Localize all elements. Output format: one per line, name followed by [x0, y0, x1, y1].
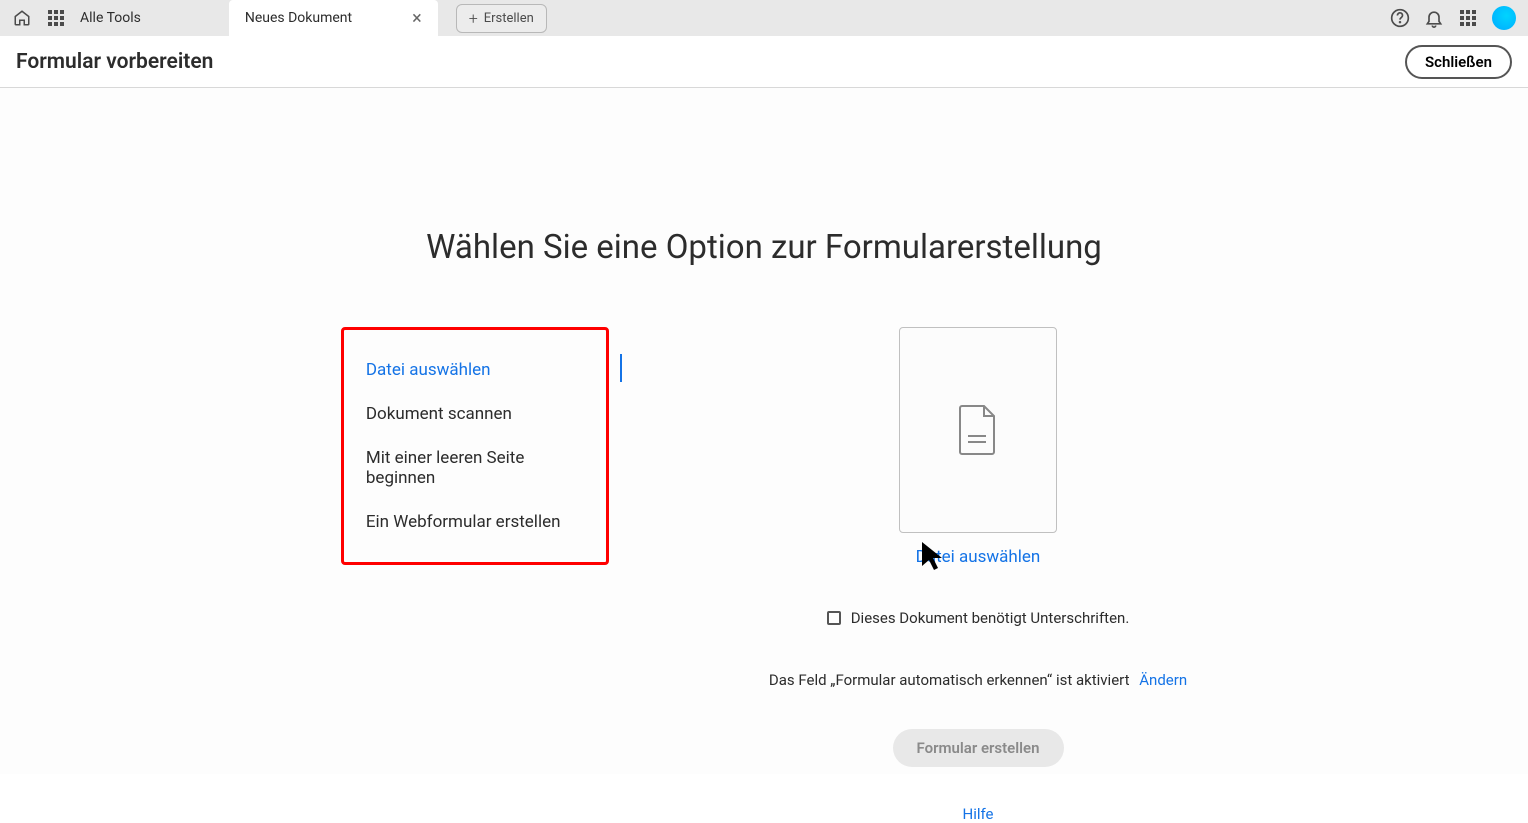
document-icon: [956, 404, 1000, 456]
auto-detect-change-link[interactable]: Ändern: [1139, 671, 1187, 689]
option-scan-document[interactable]: Dokument scannen: [344, 392, 606, 436]
preview-area: Datei auswählen Dieses Dokument benötigt…: [769, 327, 1187, 823]
create-label: Erstellen: [484, 11, 534, 26]
close-tab-icon[interactable]: ×: [412, 8, 422, 29]
active-indicator: [620, 354, 622, 382]
home-icon[interactable]: [12, 8, 32, 28]
option-blank-page[interactable]: Mit einer leeren Seite beginnen: [344, 436, 606, 500]
create-form-button: Formular erstellen: [893, 729, 1064, 767]
all-tools-link[interactable]: Alle Tools: [80, 10, 141, 26]
option-select-file[interactable]: Datei auswählen: [344, 348, 606, 392]
top-bar-right: [1390, 6, 1516, 30]
help-icon[interactable]: [1390, 8, 1410, 28]
create-button[interactable]: + Erstellen: [456, 4, 547, 33]
auto-detect-row: Das Feld „Formular automatisch erkennen“…: [769, 671, 1187, 689]
plus-icon: +: [469, 9, 478, 28]
select-file-link[interactable]: Datei auswählen: [916, 547, 1041, 567]
top-bar-left: Alle Tools: [12, 8, 141, 28]
bell-icon[interactable]: [1424, 8, 1444, 28]
signature-checkbox-label: Dieses Dokument benötigt Unterschriften.: [851, 609, 1130, 627]
tab-title: Neues Dokument: [245, 10, 352, 26]
close-button[interactable]: Schließen: [1405, 45, 1512, 79]
signature-checkbox-row: Dieses Dokument benötigt Unterschriften.: [827, 609, 1130, 627]
header-row: Formular vorbereiten Schließen: [0, 36, 1528, 88]
page-title: Formular vorbereiten: [16, 50, 213, 74]
auto-detect-text: Das Feld „Formular automatisch erkennen“…: [769, 671, 1130, 689]
file-preview-box[interactable]: [899, 327, 1057, 533]
apps-grid-icon[interactable]: [1458, 8, 1478, 28]
main-heading: Wählen Sie eine Option zur Formularerste…: [426, 228, 1102, 267]
signature-checkbox[interactable]: [827, 611, 841, 625]
option-web-form[interactable]: Ein Webformular erstellen: [344, 500, 606, 544]
document-tab[interactable]: Neues Dokument ×: [229, 0, 438, 36]
top-bar: Alle Tools Neues Dokument × + Erstellen: [0, 0, 1528, 36]
avatar[interactable]: [1492, 6, 1516, 30]
options-list: Datei auswählen Dokument scannen Mit ein…: [341, 327, 609, 565]
grid-apps-icon[interactable]: [46, 8, 66, 28]
options-area: Datei auswählen Dokument scannen Mit ein…: [341, 327, 1187, 823]
help-link[interactable]: Hilfe: [963, 805, 994, 823]
content-area: Wählen Sie eine Option zur Formularerste…: [0, 88, 1528, 774]
